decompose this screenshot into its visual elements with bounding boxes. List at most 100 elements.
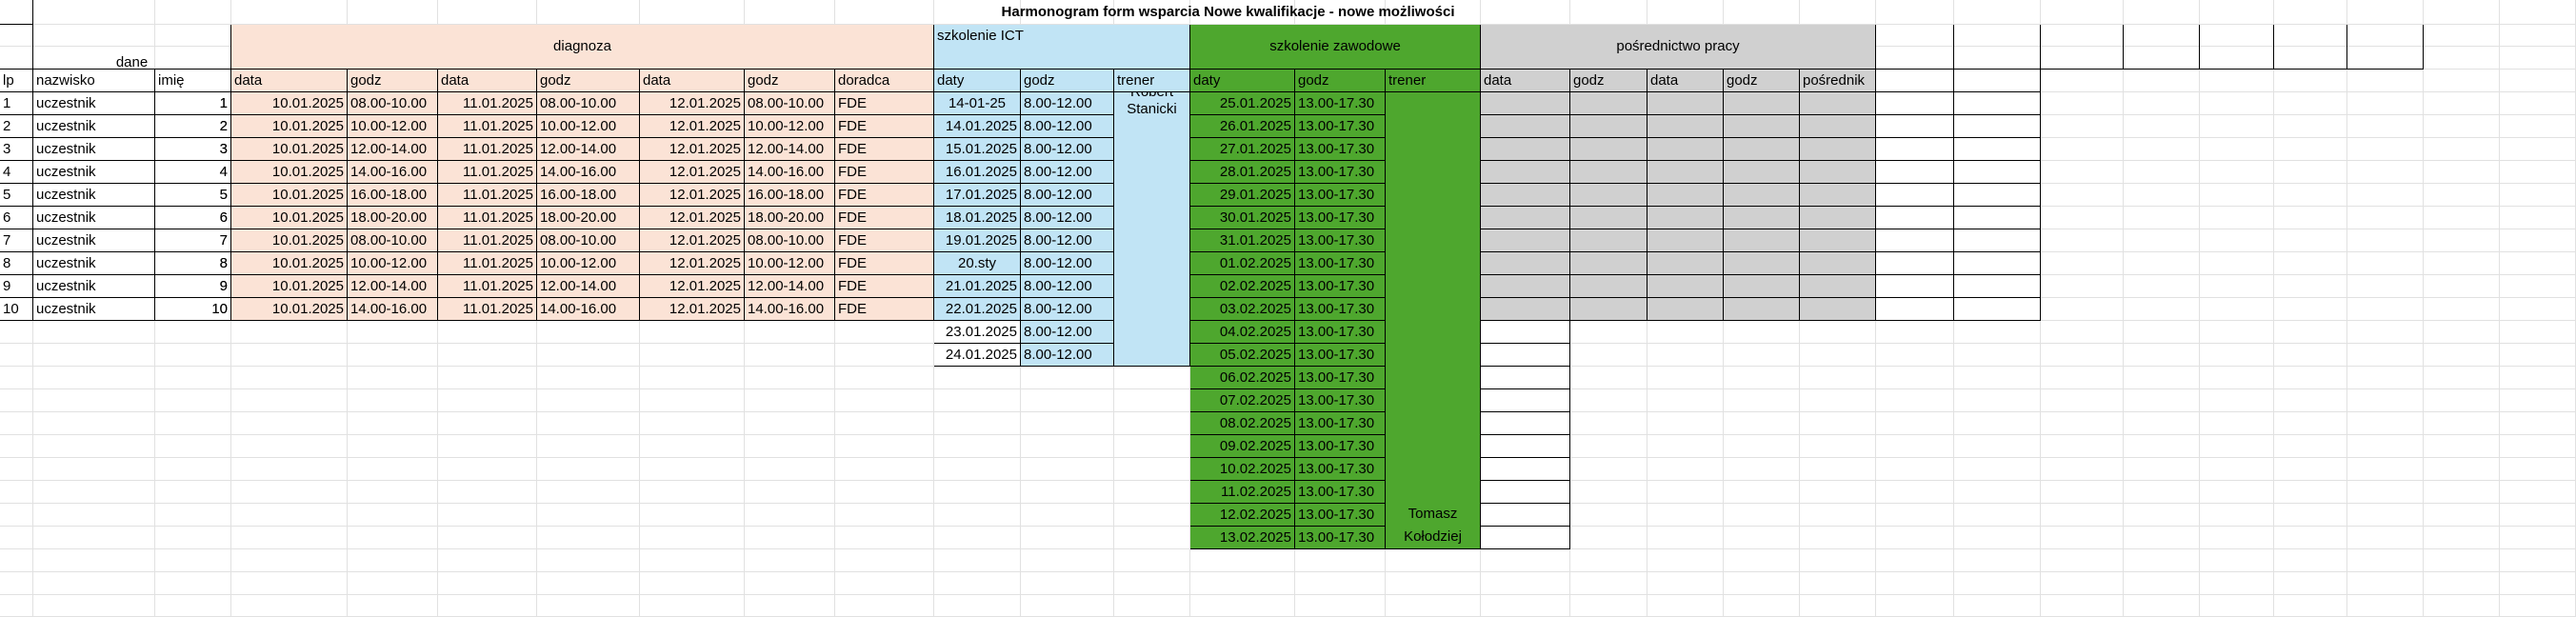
zaw-data-extra[interactable]: 11.02.2025 (1190, 481, 1295, 504)
posr-cell[interactable] (1570, 207, 1647, 229)
row-empty[interactable] (1954, 229, 2041, 252)
posr-cell[interactable] (1481, 298, 1570, 321)
zaw-data-extra[interactable]: 05.02.2025 (1190, 344, 1295, 367)
grid-cell[interactable] (1114, 595, 1190, 617)
diag-doradca[interactable]: FDE (835, 115, 934, 138)
grid-cell[interactable] (1724, 549, 1800, 572)
posr-cell[interactable] (1724, 298, 1800, 321)
grid-cell[interactable] (2041, 275, 2124, 298)
zaw-data-extra[interactable]: 04.02.2025 (1190, 321, 1295, 344)
grid-cell[interactable] (0, 389, 33, 412)
posr-cell[interactable] (1570, 184, 1647, 207)
grid-cell[interactable] (33, 435, 155, 458)
grid-cell[interactable] (1647, 367, 1724, 389)
grid-cell[interactable] (2200, 184, 2274, 207)
grid-cell[interactable] (2041, 298, 2124, 321)
grid-cell[interactable] (2274, 70, 2347, 92)
diag-data-1[interactable]: 10.01.2025 (231, 92, 348, 115)
zaw-godz[interactable]: 13.00-17.30 (1295, 92, 1386, 115)
grid-cell[interactable] (1386, 572, 1481, 595)
grid-cell[interactable] (640, 367, 745, 389)
diag-data-1[interactable]: 10.01.2025 (231, 229, 348, 252)
diag-doradca[interactable]: FDE (835, 161, 934, 184)
grid-cell[interactable] (2500, 275, 2576, 298)
grid-cell[interactable] (1724, 435, 1800, 458)
grid-cell[interactable] (2347, 389, 2424, 412)
grid-cell[interactable] (0, 344, 33, 367)
grid-cell[interactable] (2041, 367, 2124, 389)
grid-cell[interactable] (1954, 527, 2041, 549)
grid-cell[interactable] (1876, 504, 1954, 527)
grid-cell[interactable] (2424, 504, 2500, 527)
grid-cell[interactable] (835, 458, 934, 481)
grid-cell[interactable] (1190, 572, 1295, 595)
grid-cell[interactable] (1954, 321, 2041, 344)
grid-cell[interactable] (537, 389, 640, 412)
grid-cell[interactable] (2424, 481, 2500, 504)
grid-cell[interactable] (1021, 435, 1114, 458)
grid-cell[interactable] (0, 458, 33, 481)
grid-cell[interactable] (537, 572, 640, 595)
grid-cell[interactable] (2041, 595, 2124, 617)
grid-cell[interactable] (0, 481, 33, 504)
grid-cell[interactable] (2274, 435, 2347, 458)
grid-cell[interactable] (0, 572, 33, 595)
grid-cell[interactable] (934, 389, 1021, 412)
grid-cell[interactable] (2274, 367, 2347, 389)
grid-cell[interactable] (2041, 389, 2124, 412)
grid-cell[interactable] (1114, 504, 1190, 527)
posr-cell[interactable] (1570, 298, 1647, 321)
diag-data-1[interactable]: 10.01.2025 (231, 252, 348, 275)
grid-cell[interactable] (1724, 504, 1800, 527)
grid-cell[interactable] (2500, 115, 2576, 138)
grid-cell[interactable] (2124, 481, 2200, 504)
grid-cell[interactable] (2274, 161, 2347, 184)
row-empty[interactable] (1954, 161, 2041, 184)
ict-godz[interactable]: 8.00-12.00 (1021, 298, 1114, 321)
grid-cell[interactable] (2500, 0, 2576, 25)
grid-cell[interactable] (745, 435, 835, 458)
row-empty[interactable] (1876, 229, 1954, 252)
grid-cell[interactable] (2041, 161, 2124, 184)
grid-cell[interactable] (745, 572, 835, 595)
grid-cell[interactable] (2200, 321, 2274, 344)
grid-cell[interactable] (537, 481, 640, 504)
diag-data-3[interactable]: 12.01.2025 (640, 229, 745, 252)
posr-cell[interactable] (1647, 229, 1724, 252)
zaw-godz[interactable]: 13.00-17.30 (1295, 229, 1386, 252)
row-empty[interactable] (1876, 138, 1954, 161)
grid-cell[interactable] (2274, 389, 2347, 412)
grid-cell[interactable] (1800, 435, 1876, 458)
row-imie[interactable]: 7 (155, 229, 231, 252)
posr-cell[interactable] (1800, 115, 1876, 138)
zaw-empty-extra[interactable] (1481, 344, 1570, 367)
grid-cell[interactable] (348, 527, 438, 549)
grid-cell[interactable] (934, 412, 1021, 435)
grid-cell[interactable] (1386, 549, 1481, 572)
ict-data[interactable]: 21.01.2025 (934, 275, 1021, 298)
row-empty[interactable] (1954, 115, 2041, 138)
grid-cell[interactable] (1021, 572, 1114, 595)
ict-godz[interactable]: 8.00-12.00 (1021, 229, 1114, 252)
grid-cell[interactable] (2124, 252, 2200, 275)
grid-cell[interactable] (1647, 321, 1724, 344)
grid-cell[interactable] (348, 595, 438, 617)
grid-cell[interactable] (348, 549, 438, 572)
grid-cell[interactable] (1876, 527, 1954, 549)
diag-godz-2[interactable]: 12.00-14.00 (537, 138, 640, 161)
grid-cell[interactable] (1954, 504, 2041, 527)
diag-doradca[interactable]: FDE (835, 252, 934, 275)
grid-cell[interactable] (1647, 527, 1724, 549)
grid-cell[interactable] (2124, 595, 2200, 617)
grid-cell[interactable] (1876, 367, 1954, 389)
ict-data[interactable]: 15.01.2025 (934, 138, 1021, 161)
grid-cell[interactable] (1647, 458, 1724, 481)
diag-godz-2[interactable]: 18.00-20.00 (537, 207, 640, 229)
posr-cell[interactable] (1481, 229, 1570, 252)
grid-cell[interactable] (1481, 595, 1570, 617)
row-lp[interactable]: 8 (0, 252, 33, 275)
grid-cell[interactable] (2124, 412, 2200, 435)
header-empty[interactable] (1954, 70, 2041, 92)
grid-cell[interactable] (348, 458, 438, 481)
grid-cell[interactable] (155, 481, 231, 504)
